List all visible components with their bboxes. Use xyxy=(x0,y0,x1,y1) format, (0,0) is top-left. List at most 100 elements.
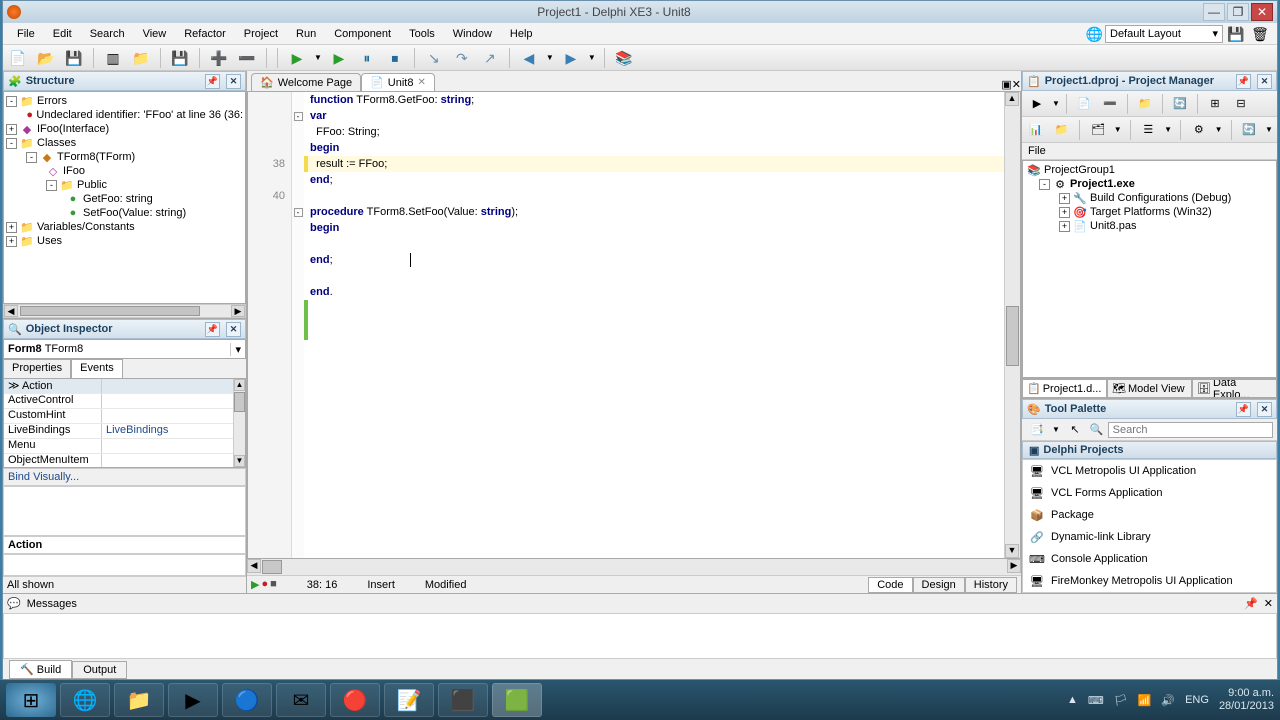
tab-unit8[interactable]: 📄Unit8✕ xyxy=(361,73,435,91)
tree-varconst[interactable]: Variables/Constants xyxy=(37,221,135,233)
palette-item[interactable]: 📦Package xyxy=(1023,504,1276,526)
tab-welcome-page[interactable]: 🏠Welcome Page xyxy=(251,73,361,91)
structure-tree[interactable]: -📁Errors ●Undeclared identifier: 'FFoo' … xyxy=(3,91,246,304)
scroll-thumb[interactable] xyxy=(20,306,200,316)
network-icon[interactable]: 📶 xyxy=(1138,694,1152,707)
oi-grid[interactable]: ≫ Action ActiveControl CustomHint LiveBi… xyxy=(3,378,246,468)
close-button[interactable]: ✕ xyxy=(1251,3,1273,21)
tree-tform8[interactable]: TForm8(TForm) xyxy=(57,151,135,163)
oi-tab-events[interactable]: Events xyxy=(71,359,123,378)
menu-search[interactable]: Search xyxy=(82,26,133,42)
pm-new-button[interactable]: 📄 xyxy=(1073,93,1095,115)
pm-project-exe[interactable]: Project1.exe xyxy=(1070,178,1135,190)
code-editor[interactable]: 38 40 - - xyxy=(247,91,1021,559)
tree-ifoo2[interactable]: IFoo xyxy=(63,165,85,177)
oi-instance-combo[interactable]: Form8 TForm8 ▾ xyxy=(3,339,246,359)
palette-category[interactable]: ▣ Delphi Projects xyxy=(1022,441,1277,459)
palette-item[interactable]: ⌨Console Application xyxy=(1023,548,1276,570)
taskbar-app2[interactable]: 📝 xyxy=(384,683,434,717)
oi-pin-button[interactable]: 📌 xyxy=(205,322,220,337)
menu-help[interactable]: Help xyxy=(502,26,541,42)
menu-project[interactable]: Project xyxy=(236,26,286,42)
pm-collapse-button[interactable]: ⊟ xyxy=(1230,93,1252,115)
tab-code[interactable]: Code xyxy=(868,577,912,593)
system-tray[interactable]: ▲ ⌨ 🏳 📶 🔊 ENG 9:00 a.m. 28/01/2013 xyxy=(1067,687,1274,713)
macro-record-icon[interactable]: ● xyxy=(261,578,268,591)
globe-icon[interactable]: 🌐 xyxy=(1086,27,1103,41)
scroll-left-arrow[interactable]: ◀ xyxy=(4,305,18,317)
flag-icon[interactable]: 🏳 xyxy=(1114,694,1128,707)
pm-unit8[interactable]: Unit8.pas xyxy=(1090,220,1136,232)
taskbar-delphi[interactable]: 🟩 xyxy=(492,683,542,717)
tree-public[interactable]: Public xyxy=(77,179,107,191)
fold-column[interactable]: - - xyxy=(292,92,304,558)
tray-clock[interactable]: 9:00 a.m. 28/01/2013 xyxy=(1219,687,1274,713)
pm-sync-button[interactable]: 🔄 xyxy=(1169,93,1191,115)
tray-up-icon[interactable]: ▲ xyxy=(1067,694,1078,706)
taskbar-media[interactable]: ▶ xyxy=(168,683,218,717)
remove-file-button[interactable]: ➖ xyxy=(236,47,258,69)
scroll-right-arrow[interactable]: ▶ xyxy=(231,305,245,317)
palette-close-button[interactable]: ✕ xyxy=(1257,402,1272,417)
pause-button[interactable]: ⏸ xyxy=(356,47,378,69)
volume-icon[interactable]: 🔊 xyxy=(1161,694,1175,707)
pm-list-button[interactable]: ☰ xyxy=(1139,119,1159,141)
step-into-button[interactable]: ↘ xyxy=(423,47,445,69)
nav-fwd-button[interactable]: ▶ xyxy=(560,47,582,69)
tree-ifoo[interactable]: IFoo(Interface) xyxy=(37,123,109,135)
menu-view[interactable]: View xyxy=(135,26,175,42)
taskbar-explorer[interactable]: 📁 xyxy=(114,683,164,717)
maximize-button[interactable]: ❐ xyxy=(1227,3,1249,21)
palette-search-input[interactable] xyxy=(1108,422,1273,438)
structure-close-button[interactable]: ✕ xyxy=(226,74,241,89)
pm-targets[interactable]: Target Platforms (Win32) xyxy=(1090,206,1212,218)
menu-component[interactable]: Component xyxy=(326,26,399,42)
pm-refresh-button[interactable]: 🔄 xyxy=(1239,119,1259,141)
menu-window[interactable]: Window xyxy=(445,26,500,42)
save-all-button[interactable]: 💾 xyxy=(169,47,191,69)
palette-item[interactable]: 🖥FireMonkey Metropolis UI Application xyxy=(1023,570,1276,592)
tree-classes[interactable]: Classes xyxy=(37,137,76,149)
taskbar-thunderbird[interactable]: ✉ xyxy=(276,683,326,717)
pm-activate-button[interactable]: ▶ xyxy=(1026,93,1048,115)
palette-category-button[interactable]: 📑 xyxy=(1026,419,1048,441)
pm-views-button[interactable]: 🗂 xyxy=(1088,119,1108,141)
keyboard-icon[interactable]: ⌨ xyxy=(1088,694,1104,707)
pm-pin-button[interactable]: 📌 xyxy=(1236,74,1251,89)
code-area[interactable]: function TForm8.GetFoo: string; var FFoo… xyxy=(308,92,1004,558)
palette-item[interactable]: 🖥VCL Metropolis UI Application xyxy=(1023,460,1276,482)
messages-pin-button[interactable]: 📌 xyxy=(1244,597,1258,610)
tab-design[interactable]: Design xyxy=(913,577,965,593)
taskbar-app3[interactable]: ⬛ xyxy=(438,683,488,717)
taskbar-app1[interactable]: 🔴 xyxy=(330,683,380,717)
editor-vscroll[interactable]: ▲ ▼ xyxy=(1004,92,1020,558)
pm-tab-data[interactable]: 🗄Data Explo... xyxy=(1192,379,1277,398)
palette-list[interactable]: 🖥VCL Metropolis UI Application 🖥VCL Form… xyxy=(1022,459,1277,593)
palette-item[interactable]: 🖥VCL Forms Application xyxy=(1023,482,1276,504)
pm-sort-button[interactable]: 📊 xyxy=(1026,119,1046,141)
pm-folder-button[interactable]: 📁 xyxy=(1134,93,1156,115)
add-file-button[interactable]: ➕ xyxy=(208,47,230,69)
messages-close-button[interactable]: ✕ xyxy=(1264,597,1273,610)
stop-button[interactable]: ⏹ xyxy=(384,47,406,69)
open-project-button[interactable]: 📁 xyxy=(130,47,152,69)
pm-tab-model[interactable]: 🗺Model View xyxy=(1107,379,1192,398)
messages-tab-build[interactable]: 🔨 Build xyxy=(9,660,72,679)
menu-edit[interactable]: Edit xyxy=(45,26,80,42)
pm-close-button[interactable]: ✕ xyxy=(1257,74,1272,89)
run-dropdown[interactable]: ▼ xyxy=(314,53,322,62)
macro-play-icon[interactable]: ▶ xyxy=(251,578,259,591)
run-button[interactable]: ▶ xyxy=(286,47,308,69)
pm-build-cfg[interactable]: Build Configurations (Debug) xyxy=(1090,192,1231,204)
macro-stop-icon[interactable]: ■ xyxy=(270,578,277,591)
editor-close-button[interactable]: ✕ xyxy=(1012,78,1021,91)
tree-setfoo[interactable]: SetFoo(Value: string) xyxy=(83,207,186,219)
oi-vscroll[interactable]: ▲ ▼ xyxy=(233,379,245,467)
nav-back-dropdown[interactable]: ▼ xyxy=(546,53,554,62)
tab-history[interactable]: History xyxy=(965,577,1017,593)
messages-body[interactable] xyxy=(3,613,1277,659)
oi-tab-properties[interactable]: Properties xyxy=(3,359,71,378)
menu-tools[interactable]: Tools xyxy=(401,26,443,42)
menu-run[interactable]: Run xyxy=(288,26,324,42)
menu-file[interactable]: File xyxy=(9,26,43,42)
